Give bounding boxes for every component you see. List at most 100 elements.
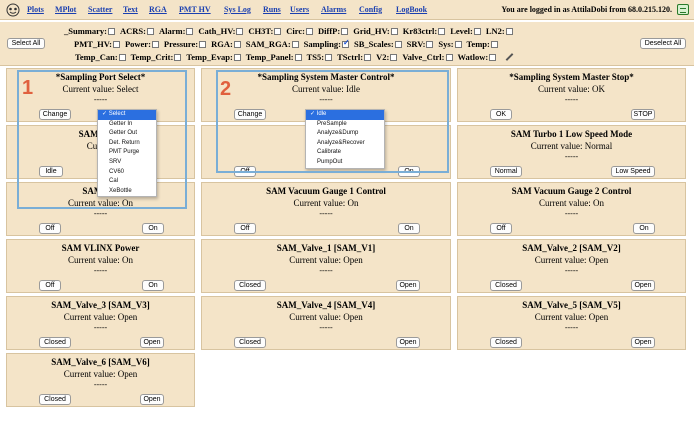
filter-checkbox[interactable] [107, 28, 115, 35]
filter-checkbox[interactable] [174, 54, 182, 61]
panel-button-open[interactable]: Open [396, 280, 420, 291]
app-logo-icon [6, 3, 20, 17]
nav-pmt-hv[interactable]: PMT HV [179, 5, 211, 14]
panel-button-off[interactable]: Off [39, 280, 61, 291]
filter-label: Valve_Ctrl: [402, 52, 445, 62]
panel-button-on[interactable]: On [142, 280, 164, 291]
nav-users[interactable]: Users [290, 5, 309, 14]
filter-checkbox[interactable] [505, 28, 513, 35]
login-status: You are logged in as AttilaDobi from 68.… [501, 5, 672, 14]
filter-checkbox[interactable] [341, 28, 349, 35]
panel-button-open[interactable]: Open [631, 280, 655, 291]
nav-text[interactable]: Text [123, 5, 138, 14]
panel-status-dashes: ----- [93, 380, 108, 389]
filter-checkbox[interactable] [274, 28, 282, 35]
panel-button-closed[interactable]: Closed [234, 337, 266, 348]
panel-title: SAM_Valve_5 [SAM_V5] [522, 300, 621, 310]
panel-button-low-speed[interactable]: Low Speed [611, 166, 655, 177]
filter-label: Pressure: [163, 39, 199, 49]
panel-button-off[interactable]: Off [490, 223, 512, 234]
panel-status-dashes: ----- [319, 266, 333, 275]
filter-checkbox[interactable] [438, 28, 446, 35]
deselect-all-button[interactable]: Deselect All [640, 38, 686, 49]
nav-rga[interactable]: RGA [149, 5, 167, 14]
panel-button-closed[interactable]: Closed [234, 280, 266, 291]
panel-title: *Sampling System Master Stop* [509, 72, 634, 82]
panel-button-open[interactable]: Open [631, 337, 655, 348]
filter-checkbox[interactable] [146, 28, 154, 35]
panel-button-closed[interactable]: Closed [39, 394, 71, 405]
panel-button-stop[interactable]: STOP [631, 109, 655, 120]
panel-button-closed[interactable]: Closed [490, 337, 522, 348]
filter-label: Alarm: [158, 26, 186, 36]
filter-label: ACRS: [119, 26, 146, 36]
nav-config[interactable]: Config [359, 5, 382, 14]
highlight-box-2 [216, 70, 449, 173]
filter-checkbox[interactable] [490, 41, 498, 48]
panel-status-dashes: ----- [319, 209, 333, 218]
filter-checkbox[interactable] [118, 54, 126, 61]
nav-sys-log[interactable]: Sys Log [224, 5, 251, 14]
filter-checkbox[interactable] [394, 41, 402, 48]
nav-scatter[interactable]: Scatter [88, 5, 112, 14]
filter-checkbox[interactable] [445, 54, 453, 61]
filter-checkbox[interactable] [294, 54, 302, 61]
panel-button-off[interactable]: Off [234, 223, 256, 234]
filter-label: Circ: [286, 26, 306, 36]
filter-label: Level: [450, 26, 473, 36]
filter-checkbox[interactable] [306, 28, 314, 35]
panel-button-closed[interactable]: Closed [39, 337, 71, 348]
filter-checkbox[interactable] [390, 28, 398, 35]
panel-current-value: Current value: Open [534, 312, 609, 322]
filter-label: _Summary: [64, 26, 107, 36]
panel-button-closed[interactable]: Closed [490, 280, 522, 291]
control-panel: SAM_Valve_1 [SAM_V1] Current value: Open -… [201, 239, 451, 293]
panel-button-ok[interactable]: OK [490, 109, 512, 120]
filter-label: Watlow: [457, 52, 489, 62]
filter-checkbox[interactable] [151, 41, 159, 48]
nav-alarms[interactable]: Alarms [321, 5, 346, 14]
control-panel: SAM Vacuum Gauge 2 Control Current value:… [457, 182, 686, 236]
filter-checkbox[interactable] [291, 41, 299, 48]
filter-checkbox[interactable] [426, 41, 434, 48]
filter-label: SAM_RGA: [245, 39, 291, 49]
nav-logbook[interactable]: LogBook [396, 5, 427, 14]
filter-checkbox[interactable] [233, 41, 241, 48]
control-panel: SAM_Valve_6 [SAM_V6] Current value: Open -… [6, 353, 195, 407]
nav-mplot[interactable]: MPlot [55, 5, 76, 14]
filter-checkbox[interactable] [186, 28, 194, 35]
filter-label: V2: [376, 52, 390, 62]
filter-checkbox[interactable] [341, 38, 350, 48]
nav-runs[interactable]: Runs [263, 5, 281, 14]
filter-row-1: _Summary: ACRS: Alarm: Cath_HV: CH3T: Circ: Di… [64, 26, 518, 36]
filter-checkbox[interactable] [325, 54, 333, 61]
filter-label: Grid_HV: [353, 26, 390, 36]
panel-button-open[interactable]: Open [396, 337, 420, 348]
filter-checkbox[interactable] [454, 41, 462, 48]
filter-label: TSctrl: [337, 52, 364, 62]
filter-checkbox[interactable] [489, 54, 497, 61]
logout-icon[interactable] [677, 4, 689, 15]
filter-checkbox[interactable] [473, 28, 481, 35]
filter-checkbox[interactable] [364, 54, 372, 61]
control-panel: SAM_Valve_5 [SAM_V5] Current value: Open -… [457, 296, 686, 350]
panel-button-on[interactable]: On [142, 223, 164, 234]
highlight-box-1 [17, 70, 187, 209]
filter-label: PMT_HV: [74, 39, 112, 49]
filter-checkbox[interactable] [199, 41, 207, 48]
filter-checkbox[interactable] [233, 54, 241, 61]
filter-checkbox[interactable] [236, 28, 244, 35]
select-all-button[interactable]: Select All [7, 38, 45, 49]
filter-checkbox[interactable] [390, 54, 398, 61]
nav-plots[interactable]: Plots [27, 5, 44, 14]
panel-button-on[interactable]: On [633, 223, 655, 234]
filter-label: CH3T: [248, 26, 274, 36]
panel-button-open[interactable]: Open [140, 394, 164, 405]
filter-label: Sampling: [303, 39, 341, 49]
panel-button-open[interactable]: Open [140, 337, 164, 348]
filter-checkbox[interactable] [112, 41, 120, 48]
edit-pencil-icon[interactable] [505, 53, 514, 61]
panel-button-normal[interactable]: Normal [490, 166, 522, 177]
panel-button-off[interactable]: Off [39, 223, 61, 234]
panel-button-on[interactable]: On [398, 223, 420, 234]
